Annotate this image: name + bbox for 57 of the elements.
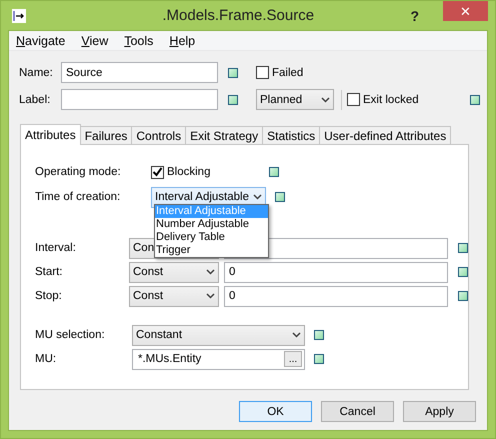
field-label: MU selection: (35, 329, 106, 341)
tab[interactable]: User-defined Attributes (319, 126, 452, 144)
field-label: Interval: (35, 242, 77, 254)
status-indicator-icon (275, 192, 285, 202)
field-label: Start: (35, 266, 64, 278)
status-indicator-icon (458, 291, 468, 301)
name-label: Name: (19, 66, 54, 78)
status-indicator-icon (458, 267, 468, 277)
label-label: Label: (19, 94, 52, 106)
caret-icon (206, 293, 215, 299)
status-indicator-icon (314, 354, 324, 364)
menu-item[interactable]: View (80, 34, 110, 48)
caret-icon (321, 96, 330, 102)
tab[interactable]: Exit Strategy (185, 126, 264, 144)
label-field[interactable] (61, 89, 218, 110)
status-indicator-icon (470, 94, 480, 104)
checkbox-label: Failed (272, 66, 304, 78)
menu-item[interactable]: Navigate (15, 34, 66, 48)
dropdown-option[interactable]: Number Adjustable (155, 218, 268, 231)
dropdown-option[interactable]: Trigger (155, 244, 268, 257)
value-field[interactable]: 0 (224, 262, 448, 282)
status-indicator-icon (458, 243, 468, 253)
tab[interactable]: Attributes (20, 124, 81, 145)
field-label: Stop: (35, 290, 63, 302)
type-select[interactable]: Const (129, 286, 219, 306)
type-select[interactable]: Const (129, 262, 219, 282)
close-button[interactable]: ✕ (443, 1, 488, 21)
status-indicator-icon (228, 68, 238, 78)
state-select[interactable]: Planned (256, 89, 334, 110)
status-indicator-icon (269, 167, 280, 177)
checkbox-label: Exit locked (363, 94, 419, 106)
checkbox-label: Blocking (167, 166, 210, 178)
name-field[interactable]: Source (61, 62, 218, 83)
help-button[interactable]: ? (410, 8, 419, 24)
dialog-button[interactable]: OK (239, 401, 312, 422)
field-label: Operating mode: (35, 166, 122, 178)
blocking-checkbox[interactable] (151, 166, 164, 178)
dialog-button[interactable]: Apply (403, 401, 476, 422)
caret-icon (292, 332, 301, 338)
menu-item[interactable]: Tools (123, 34, 154, 48)
value-field[interactable]: 0 (224, 286, 448, 306)
browse-button[interactable]: ... (284, 351, 302, 367)
window-icon (12, 8, 26, 22)
status-indicator-icon (314, 330, 324, 340)
field-label: Time of creation: (35, 191, 122, 203)
mu-field[interactable]: *.MUs.Entity ... (132, 348, 305, 370)
window-title: .Models.Frame.Source (161, 7, 316, 24)
exit-locked-checkbox[interactable] (347, 93, 360, 106)
caret-icon (253, 194, 262, 200)
status-indicator-icon (228, 94, 238, 104)
field-label: MU: (35, 353, 58, 365)
mu-selection-select[interactable]: Constant (132, 324, 305, 346)
dialog-button[interactable]: Cancel (321, 401, 394, 422)
dropdown-option[interactable]: Delivery Table (155, 231, 268, 244)
failed-checkbox[interactable] (256, 66, 269, 79)
caret-icon (206, 269, 215, 275)
menu-item[interactable]: Help (168, 34, 196, 48)
